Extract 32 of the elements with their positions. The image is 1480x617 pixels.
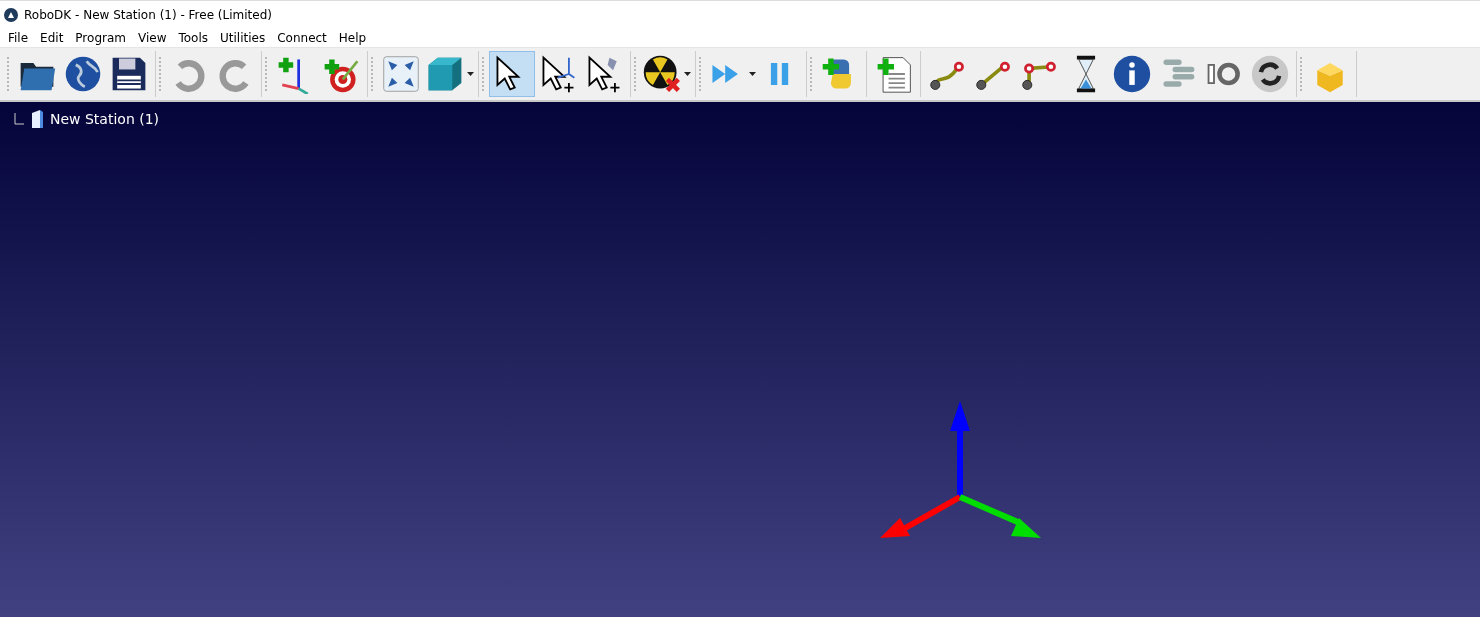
caret-icon <box>467 72 474 76</box>
toolbar-grip[interactable] <box>265 57 269 91</box>
fit-view-icon <box>381 54 421 94</box>
toolbar-button[interactable] <box>489 51 535 97</box>
caret-icon <box>749 72 756 76</box>
refresh-icon <box>1250 54 1290 94</box>
tree-item[interactable]: New Station (1) <box>50 111 160 127</box>
toolbar-grip[interactable] <box>482 57 486 91</box>
toolbar-grip[interactable] <box>7 57 11 91</box>
menu-item[interactable]: Program <box>69 31 132 45</box>
radiation-with-cross-icon <box>642 54 682 94</box>
menu-item[interactable]: View <box>132 31 173 45</box>
globe-icon <box>63 54 103 94</box>
info-icon <box>1112 54 1152 94</box>
menu-item[interactable]: Utilities <box>214 31 272 45</box>
station-icon <box>30 110 44 128</box>
toolbar-grip[interactable] <box>634 57 638 91</box>
toolbar-grip[interactable] <box>1300 57 1304 91</box>
window-title: RoboDK - New Station (1) - Free (Limited) <box>24 8 272 22</box>
caret-icon <box>684 72 691 76</box>
menu-item[interactable]: File <box>2 31 35 45</box>
app-logo-icon <box>4 8 18 22</box>
toolbar-grip[interactable] <box>159 57 163 91</box>
menu-item[interactable]: Tools <box>172 31 215 45</box>
menu-item[interactable]: Help <box>332 31 373 45</box>
menu-item[interactable]: Connect <box>271 31 333 45</box>
tree-branch-icon <box>14 113 24 125</box>
menu-item[interactable]: Edit <box>34 31 70 45</box>
3d-viewport[interactable]: New Station (1) <box>0 102 1480 617</box>
toolbar-grip[interactable] <box>699 57 703 91</box>
toolbar-grip[interactable] <box>810 57 814 91</box>
toolbar-grip[interactable] <box>371 57 375 91</box>
